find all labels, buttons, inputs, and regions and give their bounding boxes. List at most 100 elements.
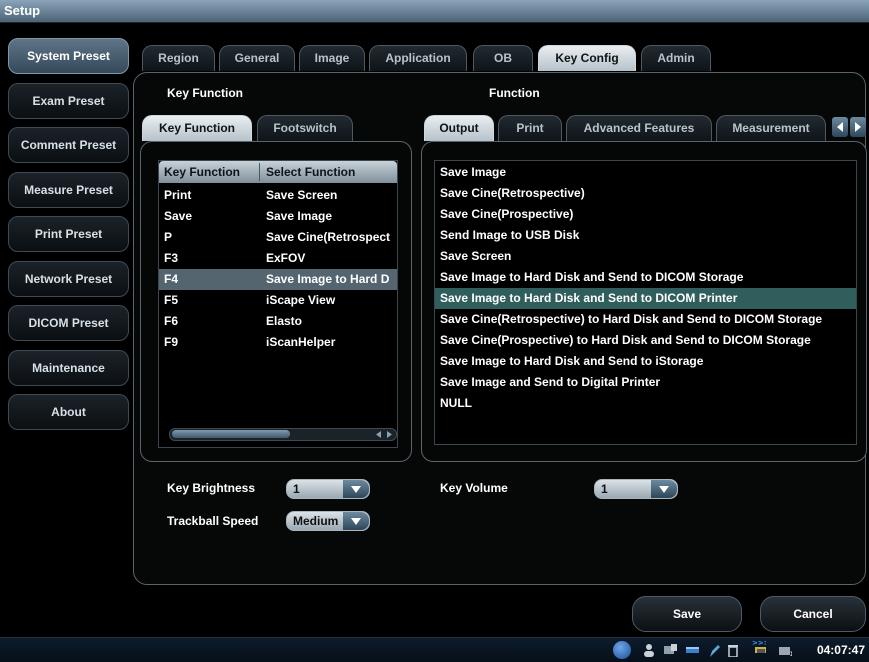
- tab-application[interactable]: Application: [369, 45, 467, 71]
- pen-icon: [710, 645, 720, 657]
- taskbar: >>>> x 04:07:47: [0, 637, 869, 662]
- tab-key-function[interactable]: Key Function: [142, 115, 252, 141]
- key-name-cell: F5: [164, 293, 179, 307]
- chevron-right-icon: [855, 122, 861, 132]
- header-select-function: Select Function: [266, 165, 356, 179]
- header-key-function: Key Function: [164, 165, 241, 179]
- tabs-scroll-right[interactable]: [850, 117, 866, 137]
- tab-advanced-features[interactable]: Advanced Features: [566, 115, 712, 141]
- chevron-down-icon: [343, 480, 369, 498]
- tab-region[interactable]: Region: [142, 45, 215, 71]
- key-name-cell: F9: [164, 335, 179, 349]
- preset-comment[interactable]: Comment Preset: [8, 127, 129, 163]
- user-icon: [644, 644, 654, 657]
- table-row[interactable]: Save Save Image: [159, 206, 397, 227]
- table-row[interactable]: F3 ExFOV: [159, 248, 397, 269]
- title-bar: Setup: [0, 0, 869, 23]
- preset-measure[interactable]: Measure Preset: [8, 172, 129, 208]
- key-brightness-value: 1: [293, 482, 300, 496]
- printer-queue-icon: >>>>: [752, 639, 766, 653]
- preset-about[interactable]: About: [8, 394, 129, 430]
- chevron-left-icon: [837, 122, 843, 132]
- table-row[interactable]: F5 iScape View: [159, 290, 397, 311]
- tab-ob[interactable]: OB: [473, 45, 533, 71]
- function-list-item[interactable]: Save Image and Send to Digital Printer: [435, 372, 856, 393]
- function-list-item[interactable]: NULL: [435, 393, 856, 414]
- table-row[interactable]: F4 Save Image to Hard D: [159, 269, 397, 290]
- clock: 04:07:47: [816, 643, 865, 657]
- function-list: Save Image Save Cine(Retrospective) Save C…: [434, 160, 857, 445]
- horizontal-scrollbar[interactable]: [169, 428, 397, 441]
- key-function-heading: Key Function: [167, 86, 244, 100]
- selected-function-cell: Save Screen: [266, 188, 338, 202]
- preset-dicom[interactable]: DICOM Preset: [8, 305, 129, 341]
- selected-function-cell: Save Image to Hard D: [266, 272, 390, 286]
- key-function-table: Key Function Select Function Print Save S…: [158, 160, 398, 448]
- status-globe-icon: [613, 641, 631, 659]
- function-list-item[interactable]: Save Screen: [435, 246, 856, 267]
- trackball-speed-value: Medium: [293, 514, 339, 528]
- preset-system[interactable]: System Preset: [8, 38, 129, 74]
- function-list-item[interactable]: Save Cine(Retrospective) to Hard Disk an…: [435, 309, 856, 330]
- window-title: Setup: [4, 3, 41, 18]
- key-brightness-select[interactable]: 1: [286, 479, 370, 499]
- table-row[interactable]: F6 Elasto: [159, 311, 397, 332]
- tab-footswitch[interactable]: Footswitch: [257, 115, 353, 141]
- function-list-item[interactable]: Save Cine(Retrospective): [435, 183, 856, 204]
- tabs-scroll-left[interactable]: [832, 117, 848, 137]
- key-name-cell: Save: [164, 209, 193, 223]
- function-list-item[interactable]: Send Image to USB Disk: [435, 225, 856, 246]
- selected-function-cell: iScanHelper: [266, 335, 336, 349]
- chevron-down-icon: [651, 480, 677, 498]
- key-name-cell: F3: [164, 251, 179, 265]
- function-list-item[interactable]: Save Image to Hard Disk and Send to iSto…: [435, 351, 856, 372]
- scroll-arrows-icon: [376, 431, 392, 438]
- tab-admin[interactable]: Admin: [641, 45, 711, 71]
- selected-function-cell: Save Image: [266, 209, 333, 223]
- tab-output[interactable]: Output: [424, 115, 494, 141]
- function-list-item[interactable]: Save Image to Hard Disk and Send to DICO…: [435, 267, 856, 288]
- function-heading: Function: [489, 86, 540, 100]
- tab-image[interactable]: Image: [299, 45, 365, 71]
- selected-function-cell: Elasto: [266, 314, 303, 328]
- cancel-button[interactable]: Cancel: [760, 596, 866, 632]
- preset-network[interactable]: Network Preset: [8, 261, 129, 297]
- preset-exam[interactable]: Exam Preset: [8, 83, 129, 119]
- svg-text:>>>>: >>>>: [752, 639, 766, 647]
- key-volume-label: Key Volume: [440, 481, 508, 495]
- trackball-speed-select[interactable]: Medium: [286, 511, 370, 531]
- key-volume-value: 1: [601, 482, 608, 496]
- function-list-item[interactable]: Save Image to Hard Disk and Send to DICO…: [435, 288, 856, 309]
- printer-disconnected-icon: x: [779, 647, 792, 657]
- key-name-cell: F6: [164, 314, 179, 328]
- key-name-cell: F4: [164, 272, 179, 286]
- usb-drive-icon: [686, 647, 699, 653]
- preset-print[interactable]: Print Preset: [8, 216, 129, 252]
- function-list-item[interactable]: Save Cine(Prospective) to Hard Disk and …: [435, 330, 856, 351]
- preset-maintenance[interactable]: Maintenance: [8, 350, 129, 386]
- selected-function-cell: iScape View: [266, 293, 336, 307]
- function-list-item[interactable]: Save Cine(Prospective): [435, 204, 856, 225]
- scrollbar-thumb[interactable]: [172, 430, 290, 438]
- trackball-speed-label: Trackball Speed: [167, 514, 259, 528]
- save-button[interactable]: Save: [632, 596, 742, 632]
- function-list-item[interactable]: Save Image: [435, 162, 856, 183]
- table-row[interactable]: P Save Cine(Retrospect: [159, 227, 397, 248]
- network-icon: [664, 644, 677, 654]
- key-name-cell: Print: [164, 188, 192, 202]
- selected-function-cell: ExFOV: [266, 251, 306, 265]
- table-header: Key Function Select Function: [159, 161, 397, 183]
- tab-print[interactable]: Print: [498, 115, 562, 141]
- chevron-down-icon: [343, 512, 369, 530]
- table-row[interactable]: Print Save Screen: [159, 185, 397, 206]
- svg-text:x: x: [790, 649, 792, 657]
- tab-key-config[interactable]: Key Config: [538, 45, 636, 71]
- key-name-cell: P: [164, 230, 173, 244]
- recycle-icon: [728, 645, 738, 657]
- key-volume-select[interactable]: 1: [594, 479, 678, 499]
- table-row[interactable]: F9 iScanHelper: [159, 332, 397, 353]
- selected-function-cell: Save Cine(Retrospect: [266, 230, 391, 244]
- tab-measurement[interactable]: Measurement: [716, 115, 826, 141]
- key-brightness-label: Key Brightness: [167, 481, 256, 495]
- tab-general[interactable]: General: [219, 45, 295, 71]
